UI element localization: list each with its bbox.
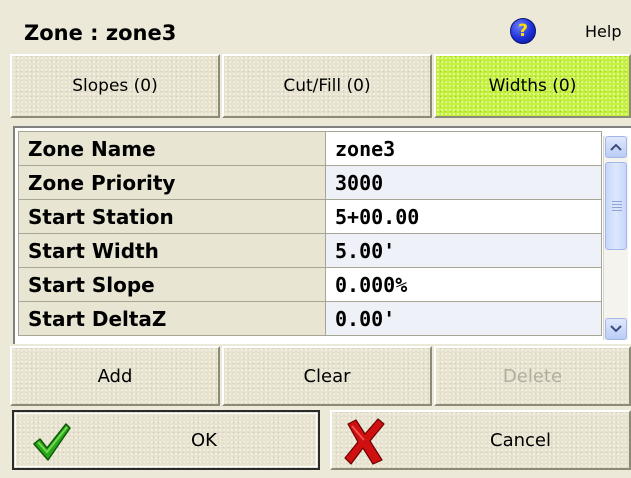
tab-slopes[interactable]: Slopes (0) — [10, 54, 220, 118]
action-bar: Add Clear Delete — [10, 346, 631, 408]
table-row[interactable]: Start Slope 0.000% — [18, 267, 602, 302]
grip-line — [612, 207, 622, 208]
clear-button-label: Clear — [303, 365, 351, 387]
grip-line — [612, 210, 622, 211]
property-name: Start Station — [18, 199, 326, 234]
help-icon[interactable]: ? — [510, 18, 536, 44]
delete-button[interactable]: Delete — [434, 346, 631, 406]
grip-line — [612, 201, 622, 202]
property-name: Zone Name — [18, 131, 326, 166]
scroll-down-button[interactable] — [605, 318, 627, 340]
tab-widths-label: Widths (0) — [488, 76, 577, 96]
property-value[interactable]: 3000 — [325, 165, 602, 200]
chevron-up-icon — [610, 143, 622, 151]
scroll-up-button[interactable] — [605, 136, 627, 158]
ok-button[interactable]: OK — [12, 410, 320, 470]
property-grid: Zone Name zone3 Zone Priority 3000 Start… — [13, 126, 631, 344]
tab-cut-fill-label: Cut/Fill (0) — [283, 76, 371, 96]
ok-button-label: OK — [191, 430, 217, 451]
table-row[interactable]: Start Width 5.00' — [18, 233, 602, 268]
chevron-down-icon — [610, 325, 622, 333]
clear-button[interactable]: Clear — [222, 346, 432, 406]
property-name: Zone Priority — [18, 165, 326, 200]
property-value[interactable]: 5+00.00 — [325, 199, 602, 234]
table-row[interactable]: Start Station 5+00.00 — [18, 199, 602, 234]
property-value[interactable]: 0.00' — [325, 301, 602, 336]
dialog-title: Zone : zone3 — [24, 21, 177, 45]
scroll-thumb[interactable] — [605, 162, 627, 250]
title-bar: Zone : zone3 ? Help — [10, 10, 631, 54]
delete-button-label: Delete — [502, 365, 563, 387]
property-value[interactable]: 0.000% — [325, 267, 602, 302]
cancel-button[interactable]: Cancel — [330, 410, 631, 470]
table-row[interactable]: Zone Priority 3000 — [18, 165, 602, 200]
vertical-scrollbar[interactable] — [603, 136, 628, 340]
grip-line — [612, 204, 622, 205]
table-row[interactable]: Zone Name zone3 — [18, 131, 602, 166]
cancel-button-label: Cancel — [490, 430, 551, 451]
property-name: Start Width — [18, 233, 326, 268]
add-button[interactable]: Add — [10, 346, 220, 406]
help-link[interactable]: Help — [585, 22, 621, 41]
property-table: Zone Name zone3 Zone Priority 3000 Start… — [18, 131, 602, 336]
checkmark-icon — [33, 423, 71, 461]
tab-bar: Slopes (0) Cut/Fill (0) Widths (0) — [10, 54, 631, 120]
tab-cut-fill[interactable]: Cut/Fill (0) — [222, 54, 432, 118]
tab-widths[interactable]: Widths (0) — [434, 54, 631, 118]
property-value[interactable]: 5.00' — [325, 233, 602, 268]
property-name: Start Slope — [18, 267, 326, 302]
property-value[interactable]: zone3 — [325, 131, 602, 166]
property-name: Start DeltaZ — [18, 301, 326, 336]
table-row[interactable]: Start DeltaZ 0.00' — [18, 301, 602, 336]
tab-slopes-label: Slopes (0) — [72, 76, 158, 96]
red-x-icon — [344, 418, 385, 465]
add-button-label: Add — [97, 365, 133, 387]
